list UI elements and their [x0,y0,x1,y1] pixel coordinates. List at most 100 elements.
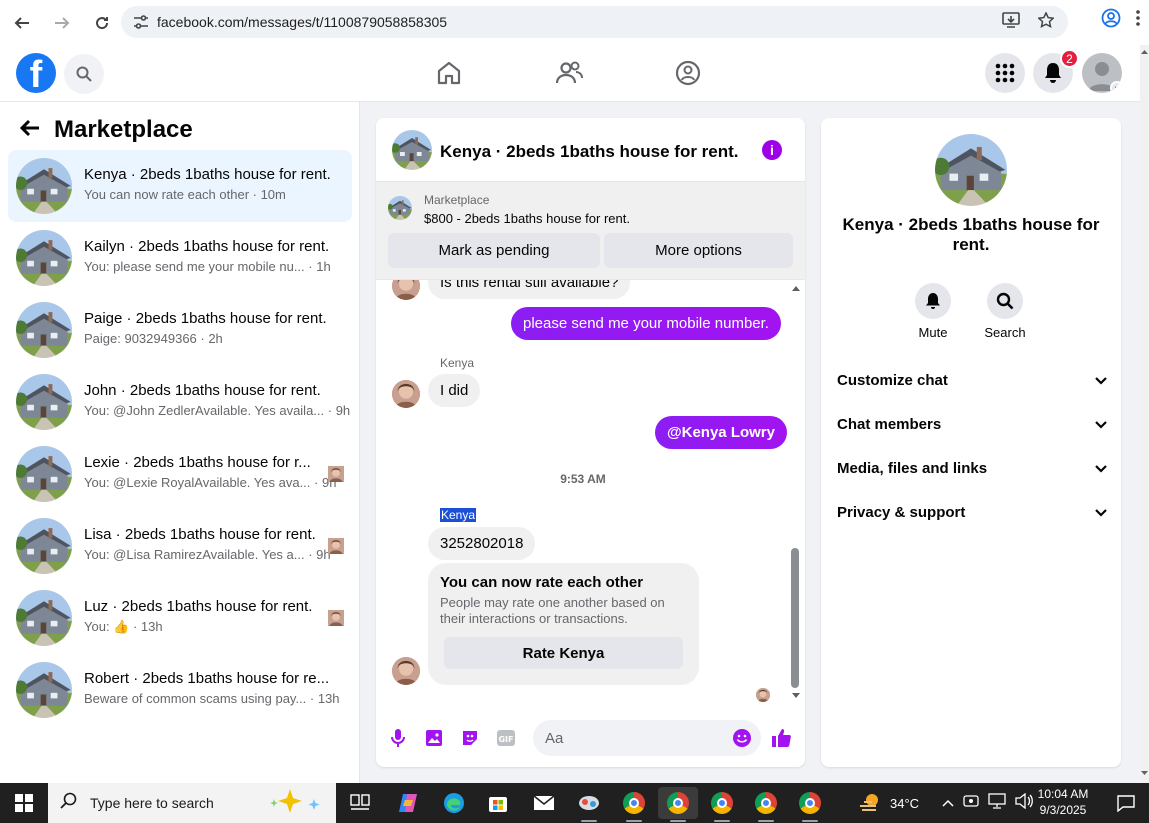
sender-name: Kenya [440,356,475,370]
chat-scrollbar-thumb[interactable] [791,548,799,688]
bookmark-star-icon[interactable] [1037,10,1055,33]
info-section-label: Media, files and links [837,459,988,477]
copilot-app-icon[interactable] [388,787,428,819]
message-input[interactable]: Aa [533,720,761,756]
chrome-browser-icon[interactable] [614,787,654,822]
thumbs-up-icon[interactable] [770,726,794,750]
conversation-item[interactable]: John · 2beds 1baths house for rent. You: … [8,366,352,438]
search-icon [60,792,78,815]
conversation-listing-thumbnail [16,230,72,286]
facebook-header: f ▾ [0,45,1140,102]
chrome-browser-active-icon[interactable] [658,787,698,822]
weather-sun-icon [860,794,878,811]
bell-icon[interactable] [915,283,951,319]
clock-date: 9/3/2025 [1039,803,1087,817]
seen-avatar [328,610,344,626]
chat-title[interactable]: Kenya · 2beds 1baths house for rent. [440,142,739,162]
mute-button[interactable]: Mute [903,283,963,340]
conversation-item[interactable]: Lisa · 2beds 1baths house for rent. You: … [8,510,352,582]
sender-avatar[interactable] [392,657,420,685]
game-app-icon[interactable] [569,787,609,822]
meet-now-icon[interactable] [963,793,979,814]
info-section-privacy-support[interactable]: Privacy & support [837,500,1107,524]
site-settings-icon[interactable] [131,15,151,29]
tray-chevron-up-icon[interactable] [942,794,954,812]
listing-thumbnail[interactable] [392,130,432,170]
photo-icon[interactable] [422,726,446,750]
search-icon[interactable] [987,283,1023,319]
listing-price[interactable]: $800 - 2beds 1baths house for rent. [424,211,630,226]
info-section-media-files-and-links[interactable]: Media, files and links [837,456,1107,480]
conversation-item[interactable]: Paige · 2beds 1baths house for rent. Paig… [8,294,352,366]
info-title: Kenya · 2beds 1baths house for rent. [842,215,1100,254]
chrome-browser-icon[interactable] [746,787,786,822]
message-bubble-in: 3252802018 [428,527,536,560]
menu-grid-icon[interactable] [985,53,1025,93]
account-avatar[interactable]: ▾ [1082,53,1122,93]
windows-start-icon[interactable] [0,783,48,823]
info-section-label: Privacy & support [837,503,966,521]
chevron-down-icon [1095,504,1107,521]
browser-menu-icon[interactable] [1135,9,1141,32]
emoji-icon[interactable] [730,726,754,750]
mute-label: Mute [918,325,948,340]
more-options-button[interactable]: More options [604,233,793,268]
conversation-name: Lexie · 2beds 1baths house for r... [84,454,311,471]
gif-icon[interactable]: GIF [494,726,518,750]
message-bubble-out: please send me your mobile number. [511,307,781,340]
rate-button[interactable]: Rate Kenya [444,637,683,669]
conversation-name: Kailyn · 2beds 1baths house for rent. [84,238,330,255]
seen-avatar [328,466,344,482]
forward-arrow-icon[interactable] [44,5,80,41]
search-icon[interactable] [64,54,104,94]
conversation-item[interactable]: Luz · 2beds 1baths house for rent. You: 👍… [8,582,352,654]
taskbar-search-box[interactable]: Type here to search [48,783,336,823]
conversation-item[interactable]: Robert · 2beds 1baths house for re... Bew… [8,654,352,726]
conversation-item[interactable]: Lexie · 2beds 1baths house for r... You: … [8,438,352,510]
mark-pending-button[interactable]: Mark as pending [388,233,600,268]
profile-icon[interactable] [1101,8,1121,33]
sticker-icon[interactable] [458,726,482,750]
notification-center-icon[interactable] [1117,794,1135,817]
rate-card-title: You can now rate each other [440,574,644,591]
conversation-name: Lisa · 2beds 1baths house for rent. [84,526,316,543]
weather-widget[interactable]: 34°C [858,783,919,823]
conversation-preview: You can now rate each other · 10m [84,187,286,202]
info-section-customize-chat[interactable]: Customize chat [837,368,1107,392]
search-in-conversation-button[interactable]: Search [975,283,1035,340]
account-chevron-down-icon[interactable]: ▾ [1110,81,1122,93]
conversation-item[interactable]: Kailyn · 2beds 1baths house for rent. You… [8,222,352,294]
back-arrow-icon[interactable] [4,5,40,41]
chrome-browser-icon[interactable] [702,787,742,822]
conversation-listing-thumbnail [16,662,72,718]
mail-icon[interactable] [524,787,564,819]
home-icon[interactable] [433,57,465,89]
friends-icon[interactable] [553,57,585,89]
sender-avatar[interactable] [392,380,420,408]
chrome-browser-icon[interactable] [790,787,830,822]
groups-icon[interactable] [672,57,704,89]
copilot-sparkle-icon[interactable] [266,787,326,820]
address-bar[interactable]: facebook.com/messages/t/1100879058858305 [121,6,1068,38]
info-icon[interactable]: i [762,140,782,160]
conversation-item[interactable]: Kenya · 2beds 1baths house for rent. You … [8,150,352,222]
back-arrow-icon[interactable] [19,116,40,144]
listing-large-thumbnail[interactable] [935,134,1007,206]
microsoft-store-icon[interactable] [478,787,518,819]
sender-avatar[interactable] [392,280,420,300]
browser-toolbar: facebook.com/messages/t/1100879058858305 [0,0,1149,45]
reload-icon[interactable] [84,5,120,41]
microphone-icon[interactable] [386,726,410,750]
taskbar-search-placeholder: Type here to search [90,795,214,811]
edge-browser-icon[interactable] [434,787,474,819]
facebook-logo-icon[interactable]: f [16,53,56,93]
network-icon[interactable] [988,792,1006,814]
listing-small-thumbnail[interactable] [388,196,412,220]
install-app-icon[interactable] [1002,11,1020,33]
chevron-down-icon [1095,372,1107,389]
page-scrollbar[interactable] [1140,45,1149,783]
volume-icon[interactable] [1015,792,1033,814]
info-section-chat-members[interactable]: Chat members [837,412,1107,436]
clock[interactable]: 10:04 AM 9/3/2025 [1033,786,1093,818]
task-view-icon[interactable] [340,787,380,819]
